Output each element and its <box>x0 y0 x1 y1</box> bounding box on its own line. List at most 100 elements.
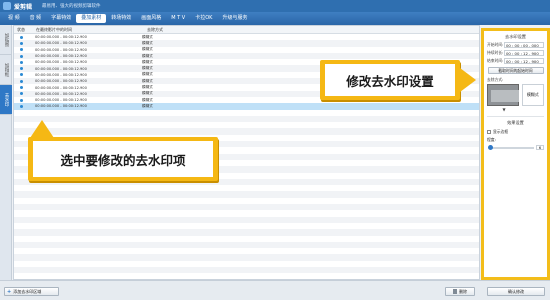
callout-select-item: 选中要修改的去水印项 <box>28 137 218 181</box>
duration-input[interactable]: 00 : 00 : 12 . 900 <box>504 50 544 56</box>
confirm-button[interactable]: 确认修改 <box>487 287 545 296</box>
row-time: 00:00:00.000 - 00:00:12.900 <box>35 47 87 52</box>
callout-edit-settings-text: 修改去水印设置 <box>325 64 455 96</box>
pick-time-button[interactable]: 截取时间的起始时间 <box>487 67 544 74</box>
method-preview[interactable] <box>487 84 519 106</box>
header-method[interactable]: 去除方式 <box>142 27 163 33</box>
status-dot-icon <box>20 67 23 71</box>
status-dot-icon <box>20 98 23 102</box>
app-slogan: 最易用、强大的视频剪辑软件 <box>42 4 101 9</box>
degree-slider[interactable] <box>488 144 534 150</box>
degree-slider-row: 6 <box>487 144 544 150</box>
divider <box>487 116 544 117</box>
degree-value[interactable]: 6 <box>536 145 544 150</box>
row-time: 00:00:00.000 - 00:00:12.900 <box>35 54 87 59</box>
callout-pointer-up <box>30 120 54 138</box>
side-tab-bar: 加贴图 加相框 去水印 <box>0 25 12 280</box>
end-time-label: 结束时间: <box>487 58 504 63</box>
settings-section-title: 去水印设置 <box>505 34 526 39</box>
status-dot-icon <box>20 35 23 39</box>
row-method: 模糊式 <box>142 47 153 52</box>
row-time: 00:00:00.000 - 00:00:12.900 <box>35 66 87 71</box>
row-time: 00:00:00.000 - 00:00:12.900 <box>35 41 87 46</box>
status-dot-icon <box>20 41 23 45</box>
side-tab-sticker[interactable]: 加贴图 <box>0 25 12 55</box>
start-time-label: 开始时间: <box>487 42 504 47</box>
end-time-field: 结束时间: 00 : 00 : 12 . 900 <box>487 58 544 64</box>
plus-icon: + <box>7 288 12 295</box>
end-time-input[interactable]: 00 : 00 : 12 . 900 <box>504 58 544 64</box>
callout-edit-settings: 修改去水印设置 <box>320 60 460 100</box>
degree-label: 程度: <box>487 137 496 142</box>
delete-label: 删除 <box>459 288 467 294</box>
list-header: 状态 在最终影片中的时间 去除方式 <box>14 26 479 34</box>
tab-video[interactable]: 视 频 <box>3 14 25 23</box>
degree-slider-knob[interactable] <box>488 144 493 150</box>
method-row: 去除方式: <box>487 77 544 83</box>
bottom-bar: + 添加去水印区域 删除 确认修改 <box>0 280 550 300</box>
row-time: 00:00:00.000 - 00:00:12.900 <box>35 98 87 103</box>
start-time-field: 开始时间: 00 : 00 : 00 . 000 <box>487 42 544 48</box>
tab-transitions[interactable]: 转场特效 <box>106 14 136 23</box>
row-time: 00:00:00.000 - 00:00:12.900 <box>35 104 87 109</box>
side-tab-frame[interactable]: 加相框 <box>0 55 12 85</box>
show-border-checkbox[interactable] <box>487 130 491 134</box>
status-dot-icon <box>20 54 23 58</box>
row-method: 模糊式 <box>142 103 153 108</box>
method-label: 去除方式: <box>487 77 504 82</box>
row-time: 00:00:00.000 - 00:00:12.900 <box>35 91 87 96</box>
app-logo-icon <box>3 2 11 10</box>
row-method: 模糊式 <box>142 97 153 102</box>
status-dot-icon <box>20 60 23 64</box>
effect-section-title: 效果设置 <box>507 120 524 125</box>
add-watermark-button[interactable]: + 添加去水印区域 <box>4 287 59 296</box>
side-tab-watermark[interactable]: 去水印 <box>0 85 12 115</box>
empty-row <box>14 266 479 274</box>
row-time: 00:00:00.000 - 00:00:12.900 <box>35 35 87 40</box>
row-method: 模糊式 <box>142 91 153 96</box>
row-method: 模糊式 <box>142 78 153 83</box>
tab-upgrade[interactable]: 升级与服务 <box>217 14 252 23</box>
row-time: 00:00:00.000 - 00:00:12.900 <box>35 85 87 90</box>
row-method: 模糊式 <box>142 53 153 58</box>
watermark-settings-panel: 去水印设置 开始时间: 00 : 00 : 00 . 000 持续时长: 00 … <box>481 28 550 280</box>
callout-pointer-right <box>460 68 476 92</box>
status-dot-icon <box>20 73 23 77</box>
border-check-row: 显示边框 <box>487 129 544 135</box>
header-time[interactable]: 在最终影片中的时间 <box>31 27 142 33</box>
method-select[interactable]: 模糊式 <box>521 84 544 106</box>
row-method: 模糊式 <box>142 66 153 71</box>
title-bar: 爱剪辑 最易用、强大的视频剪辑软件 <box>0 0 550 12</box>
degree-row: 程度: <box>487 137 544 143</box>
status-dot-icon <box>20 92 23 96</box>
method-box: 模糊式 <box>487 84 544 106</box>
row-method: 模糊式 <box>142 59 153 64</box>
tab-audio[interactable]: 音 频 <box>25 14 47 23</box>
main-tab-bar: 视 频 音 频 字幕特效 叠加素材 转场特效 画面风格 M T V 卡拉OK 升… <box>0 12 550 25</box>
start-time-input[interactable]: 00 : 00 : 00 . 000 <box>504 42 544 48</box>
tab-styles[interactable]: 画面风格 <box>136 14 166 23</box>
tab-subtitles[interactable]: 字幕特效 <box>46 14 76 23</box>
status-dot-icon <box>20 79 23 83</box>
show-border-label: 显示边框 <box>493 129 509 134</box>
tab-overlay[interactable]: 叠加素材 <box>76 14 107 23</box>
status-dot-icon <box>20 86 23 90</box>
status-dot-icon <box>20 104 23 108</box>
row-time: 00:00:00.000 - 00:00:12.900 <box>35 72 87 77</box>
duration-label: 持续时长: <box>487 50 504 55</box>
header-status[interactable]: 状态 <box>14 27 31 33</box>
row-method: 模糊式 <box>142 34 153 39</box>
row-method: 模糊式 <box>142 72 153 77</box>
row-method: 模糊式 <box>142 40 153 45</box>
row-time: 00:00:00.000 - 00:00:12.900 <box>35 60 87 65</box>
tab-mtv[interactable]: M T V <box>166 14 190 23</box>
status-dot-icon <box>20 48 23 52</box>
delete-button[interactable]: 删除 <box>445 287 475 296</box>
chevron-down-icon[interactable]: ▼ <box>487 107 521 112</box>
row-time: 00:00:00.000 - 00:00:12.900 <box>35 79 87 84</box>
tab-karaoke[interactable]: 卡拉OK <box>190 14 217 23</box>
add-watermark-label: 添加去水印区域 <box>13 288 42 294</box>
preview-area <box>491 90 519 102</box>
row-method: 模糊式 <box>142 85 153 90</box>
app-name: 爱剪辑 <box>14 3 33 11</box>
